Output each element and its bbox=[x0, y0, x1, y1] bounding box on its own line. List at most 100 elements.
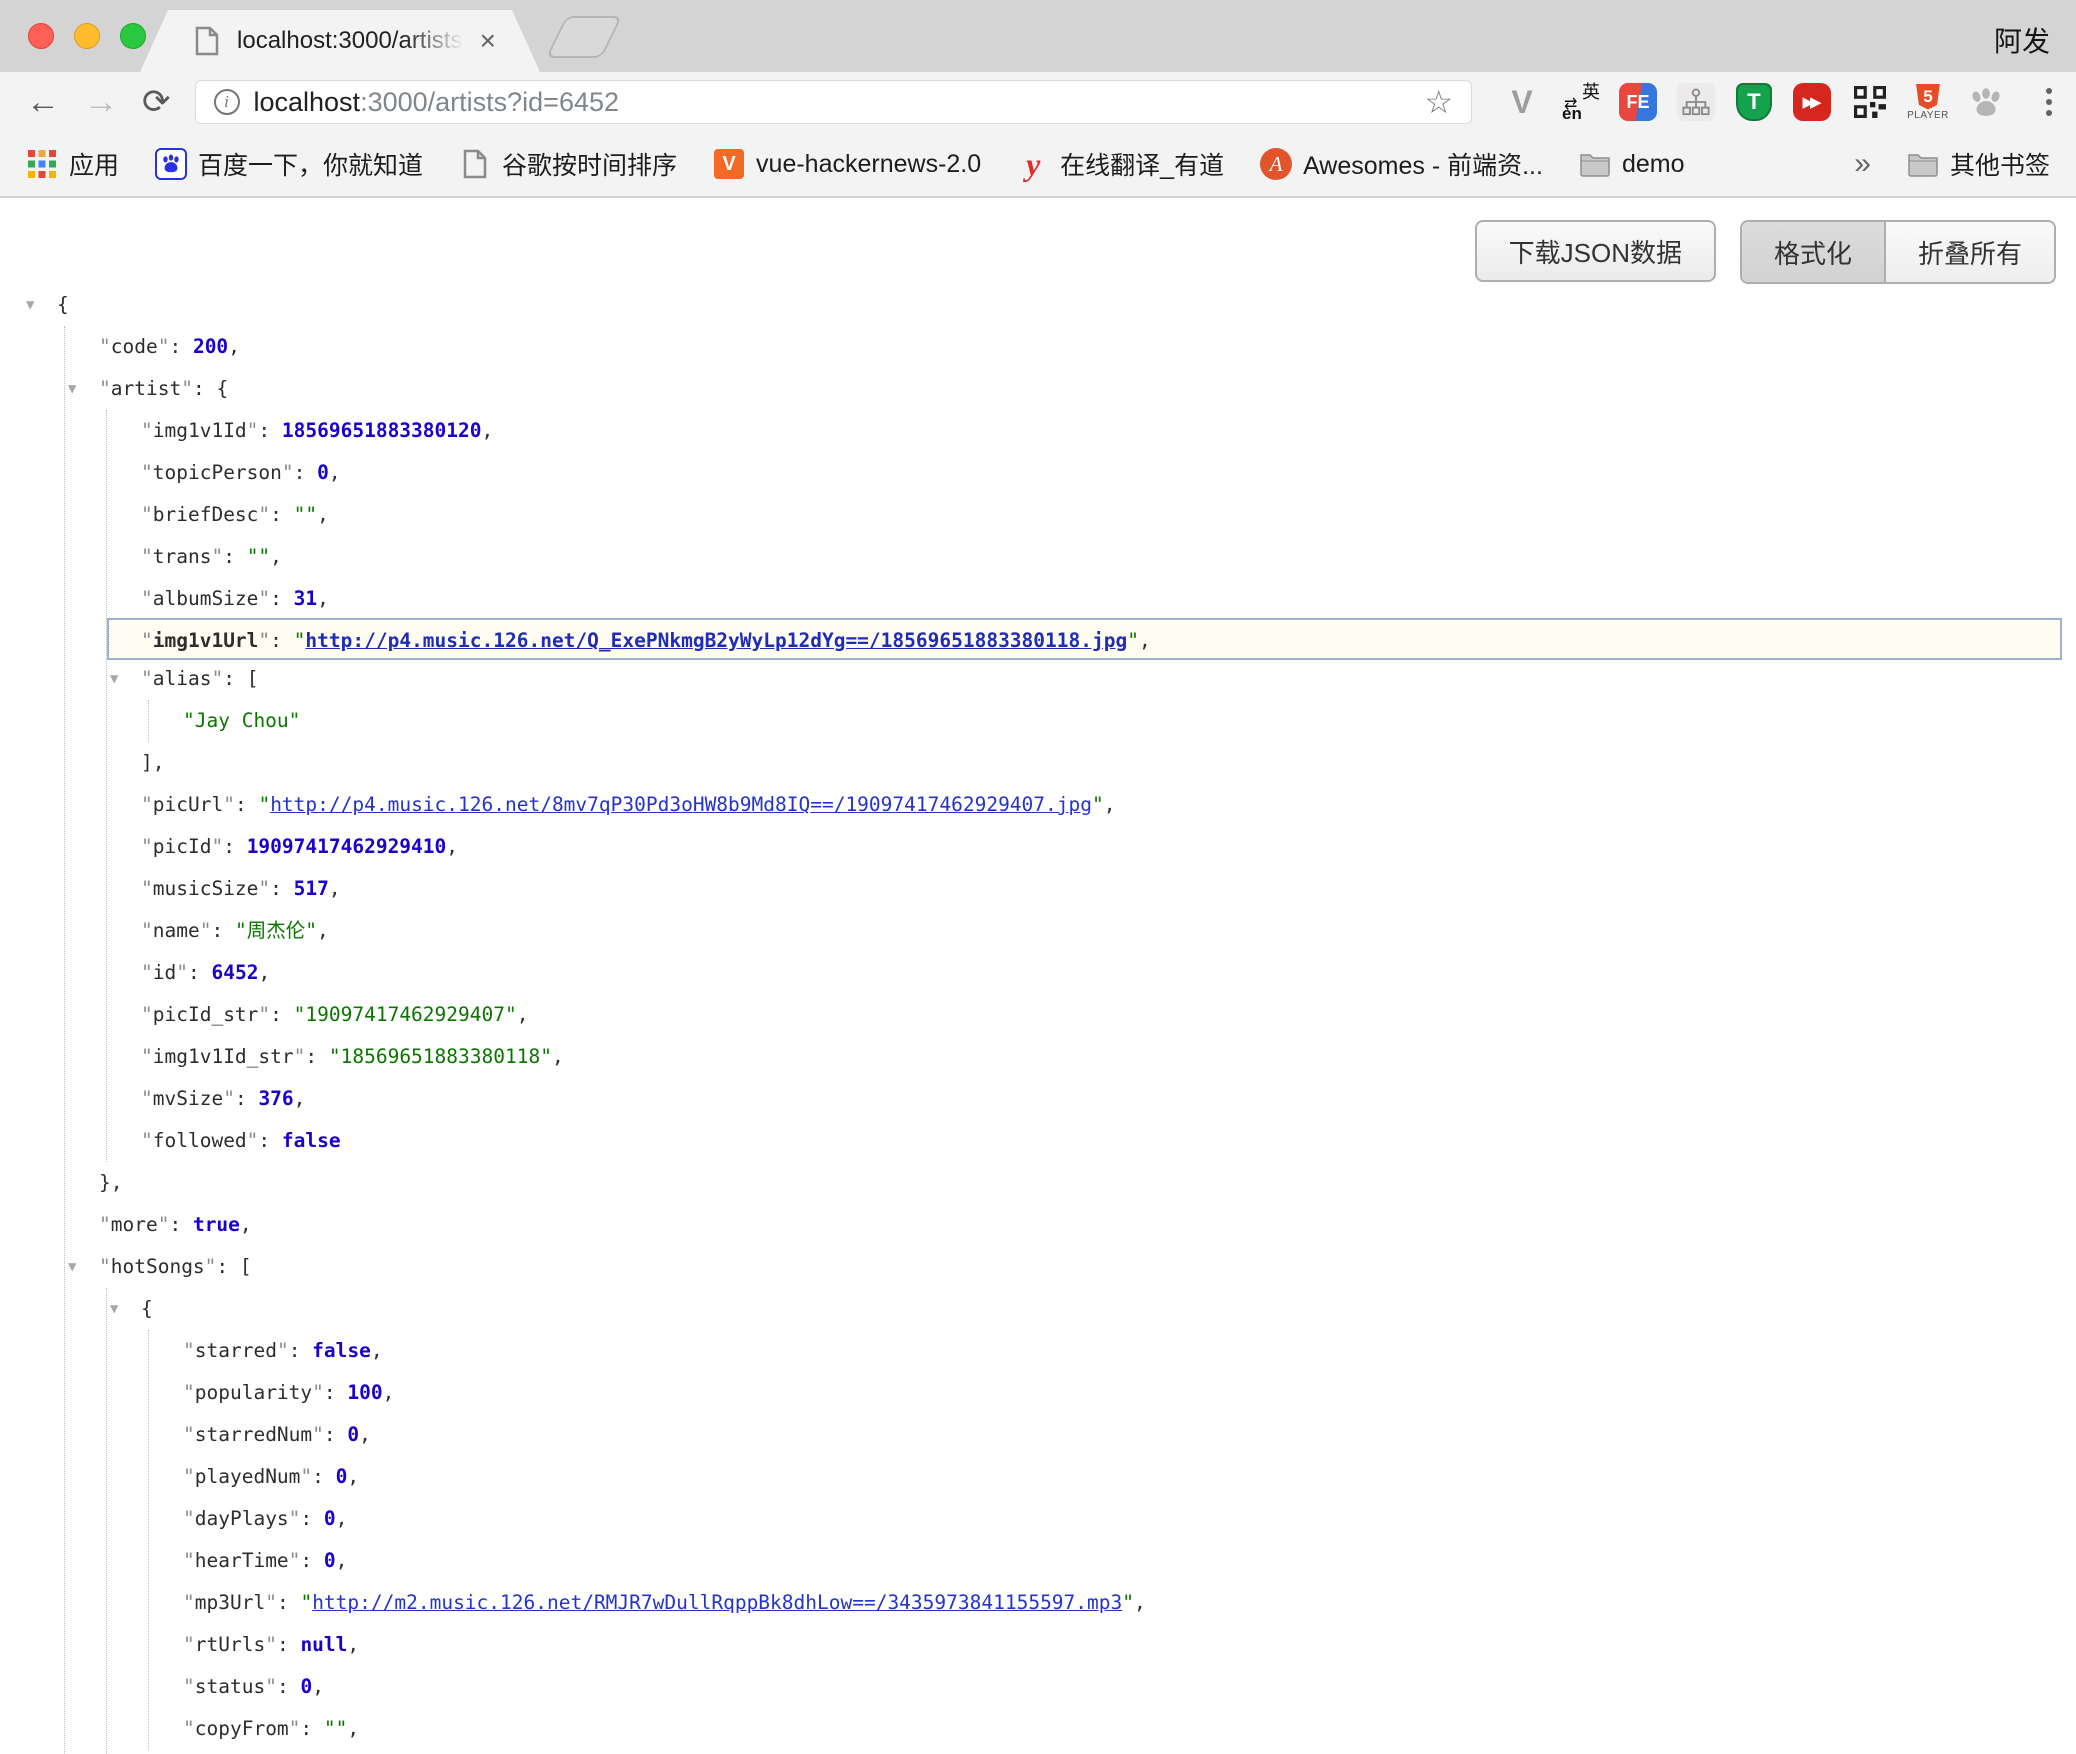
other-bookmarks-folder[interactable]: 其他书签 bbox=[1907, 146, 2050, 182]
vue-icon: V bbox=[713, 148, 745, 180]
forward-button[interactable]: → bbox=[84, 85, 118, 119]
bookmark-label: demo bbox=[1622, 150, 1685, 179]
json-value: 0 bbox=[324, 1549, 336, 1572]
json-line: "picId": 19097417462929410, bbox=[141, 826, 2062, 868]
json-url-link[interactable]: http://p4.music.126.net/8mv7qP30Pd3oHW8b… bbox=[270, 793, 1092, 816]
back-button[interactable]: ← bbox=[26, 85, 60, 119]
json-key: mp3Url bbox=[195, 1591, 265, 1614]
json-key: starredNum bbox=[195, 1423, 312, 1446]
browser-menu-button[interactable] bbox=[2042, 84, 2056, 120]
folder-icon bbox=[1907, 148, 1939, 180]
vue-devtools-icon[interactable]: V bbox=[1500, 80, 1544, 124]
json-string-value: "" bbox=[247, 545, 270, 568]
json-url-link[interactable]: http://m2.music.126.net/RMJR7wDullRqppBk… bbox=[312, 1591, 1122, 1614]
json-line: "Jay Chou" bbox=[183, 700, 2062, 742]
download-json-button[interactable]: 下载JSON数据 bbox=[1475, 220, 1716, 282]
bookmark-item-vue[interactable]: Vvue-hackernews-2.0 bbox=[713, 148, 981, 180]
paw-icon[interactable] bbox=[1964, 80, 2008, 124]
json-line: "id": 6452, bbox=[141, 952, 2062, 994]
format-button[interactable]: 格式化 bbox=[1742, 222, 1886, 282]
json-key: hearTime bbox=[195, 1549, 289, 1572]
json-key: alias bbox=[153, 667, 212, 690]
json-value: true bbox=[193, 1213, 240, 1236]
video-speed-icon[interactable]: ▶▶ bbox=[1790, 80, 1834, 124]
json-key: img1v1Id_str bbox=[153, 1045, 294, 1068]
address-bar[interactable]: i localhost:3000/artists?id=6452 ☆ bbox=[195, 80, 1473, 124]
json-key: musicSize bbox=[153, 877, 259, 900]
page-content: 下载JSON数据 格式化 折叠所有 ▼{"code": 200,▼"artist… bbox=[0, 198, 2076, 1754]
json-key: code bbox=[111, 335, 158, 358]
tab-close-icon[interactable]: × bbox=[480, 27, 496, 55]
translate-icon[interactable]: 英⇄en bbox=[1558, 80, 1602, 124]
json-key: picUrl bbox=[153, 793, 223, 816]
json-line: ▼{ bbox=[57, 284, 2062, 326]
tab-title: localhost:3000/artists?id=645 bbox=[237, 27, 464, 55]
collapse-toggle-icon[interactable]: ▼ bbox=[68, 1246, 76, 1288]
bookmarks-overflow-chevron[interactable]: » bbox=[1854, 147, 1871, 181]
json-key: copyFrom bbox=[195, 1717, 289, 1740]
bookmark-star-icon[interactable]: ☆ bbox=[1424, 86, 1453, 118]
json-key: img1v1Id bbox=[153, 419, 247, 442]
window-close-button[interactable] bbox=[28, 23, 54, 49]
bookmark-item-folder[interactable]: demo bbox=[1579, 148, 1685, 180]
collapse-toggle-icon[interactable]: ▼ bbox=[68, 368, 76, 410]
tampermonkey-icon[interactable]: T bbox=[1732, 80, 1776, 124]
window-zoom-button[interactable] bbox=[120, 23, 146, 49]
new-tab-button[interactable] bbox=[546, 16, 622, 58]
json-url-link[interactable]: http://p4.music.126.net/Q_ExePNkmgB2yWyL… bbox=[305, 629, 1127, 652]
json-key: rtUrls bbox=[195, 1633, 265, 1656]
bookmark-label: 谷歌按时间排序 bbox=[502, 146, 677, 182]
browser-tab[interactable]: localhost:3000/artists?id=645 × bbox=[140, 10, 540, 72]
bookmark-item-page[interactable]: 谷歌按时间排序 bbox=[459, 146, 677, 182]
baidu-icon bbox=[155, 148, 187, 180]
json-key: followed bbox=[153, 1129, 247, 1152]
json-line: "copyFrom": "", bbox=[183, 1708, 2062, 1750]
json-line: "img1v1Id_str": "18569651883380118", bbox=[141, 1036, 2062, 1078]
json-line: ], bbox=[141, 742, 2062, 784]
json-key: id bbox=[153, 961, 176, 984]
bookmark-item-awesomes[interactable]: AAwesomes - 前端资... bbox=[1260, 146, 1543, 182]
bookmark-item-youdao[interactable]: y在线翻译_有道 bbox=[1017, 146, 1224, 182]
json-line: "picUrl": "http://p4.music.126.net/8mv7q… bbox=[141, 784, 2062, 826]
json-line: "rtUrls": null, bbox=[183, 1624, 2062, 1666]
bookmark-item-apps[interactable]: 应用 bbox=[26, 146, 119, 182]
json-line: "topicPerson": 0, bbox=[141, 452, 2062, 494]
bookmark-item-baidu[interactable]: 百度一下，你就知道 bbox=[155, 146, 423, 182]
page-favicon-icon bbox=[192, 25, 221, 57]
json-value: 19097417462929410 bbox=[247, 835, 447, 858]
collapse-toggle-icon[interactable]: ▼ bbox=[26, 284, 34, 326]
json-key: starred bbox=[195, 1339, 277, 1362]
json-value: 18569651883380120 bbox=[282, 419, 482, 442]
reload-button[interactable]: ⟳ bbox=[142, 85, 171, 119]
url-path: :3000/artists?id=6452 bbox=[360, 87, 619, 117]
window-minimize-button[interactable] bbox=[74, 23, 100, 49]
collapse-all-button[interactable]: 折叠所有 bbox=[1886, 222, 2054, 282]
json-key: playedNum bbox=[195, 1465, 301, 1488]
json-line: "name": "周杰伦", bbox=[141, 910, 2062, 952]
h5player-icon[interactable]: 5PLAYER bbox=[1906, 80, 1950, 124]
collapse-toggle-icon[interactable]: ▼ bbox=[110, 1288, 118, 1330]
json-value: 0 bbox=[324, 1507, 336, 1530]
sitemap-icon[interactable] bbox=[1674, 80, 1718, 124]
qrcode-icon[interactable] bbox=[1848, 80, 1892, 124]
json-line: "albumSize": 31, bbox=[141, 578, 2062, 620]
fehelper-icon[interactable]: FE bbox=[1616, 80, 1660, 124]
site-info-icon[interactable]: i bbox=[214, 89, 240, 115]
json-value: 31 bbox=[294, 587, 317, 610]
json-line: "picId_str": "19097417462929407", bbox=[141, 994, 2062, 1036]
bookmark-label: 在线翻译_有道 bbox=[1060, 146, 1224, 182]
json-children: "Jay Chou" bbox=[148, 700, 2062, 742]
json-line: "starredNum": 0, bbox=[183, 1414, 2062, 1456]
json-line: "briefDesc": "", bbox=[141, 494, 2062, 536]
collapse-toggle-icon[interactable]: ▼ bbox=[110, 658, 118, 700]
json-line-highlighted: "img1v1Url": "http://p4.music.126.net/Q_… bbox=[107, 618, 2062, 660]
json-key: briefDesc bbox=[153, 503, 259, 526]
json-line: "dayPlays": 0, bbox=[183, 1498, 2062, 1540]
json-line: "mvSize": 376, bbox=[141, 1078, 2062, 1120]
json-tree: ▼{"code": 200,▼"artist": {"img1v1Id": 18… bbox=[0, 198, 2076, 1754]
awesomes-icon: A bbox=[1260, 148, 1292, 180]
json-line: "hearTime": 0, bbox=[183, 1540, 2062, 1582]
profile-name[interactable]: 阿发 bbox=[1994, 20, 2050, 60]
json-line: "code": 200, bbox=[99, 326, 2062, 368]
json-key: dayPlays bbox=[195, 1507, 289, 1530]
